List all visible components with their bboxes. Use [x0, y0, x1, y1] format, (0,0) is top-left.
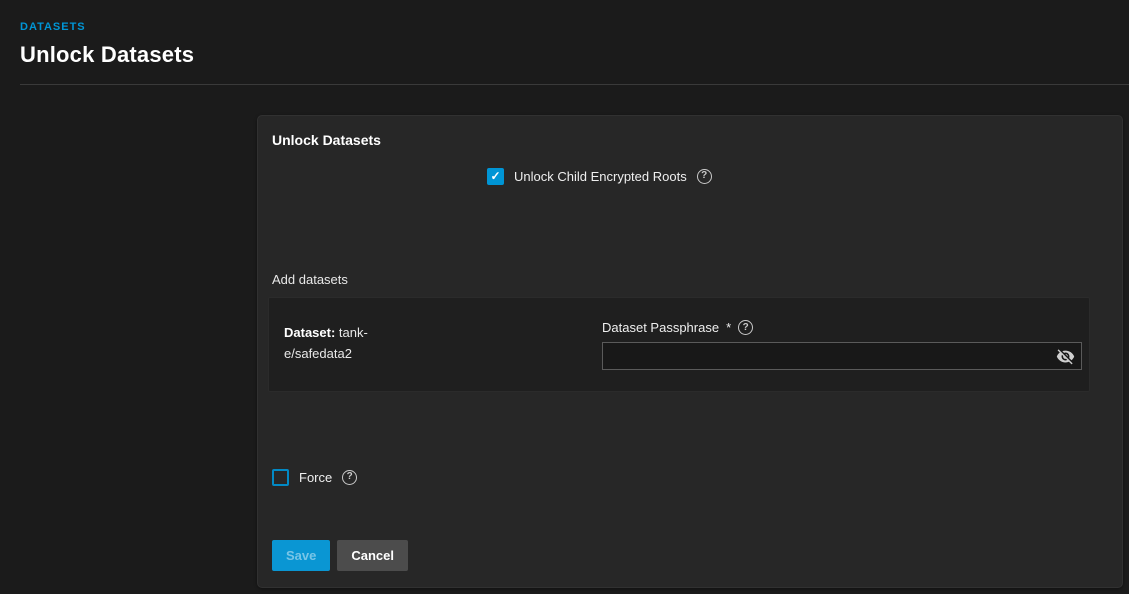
unlock-child-roots-label[interactable]: Unlock Child Encrypted Roots — [514, 169, 687, 184]
passphrase-field: Dataset Passphrase * ? — [602, 320, 1082, 370]
page-title: Unlock Datasets — [20, 42, 194, 68]
page: DATASETS Unlock Datasets Unlock Datasets… — [0, 0, 1129, 594]
unlock-child-roots-row: ✓ Unlock Child Encrypted Roots ? — [487, 167, 712, 185]
help-icon[interactable]: ? — [738, 320, 753, 335]
card-title: Unlock Datasets — [272, 132, 381, 148]
cancel-button[interactable]: Cancel — [337, 540, 408, 571]
force-row: Force ? — [272, 468, 357, 486]
passphrase-input-wrap — [602, 342, 1082, 370]
dataset-panel: Dataset: tank-e/safedata2 Dataset Passph… — [268, 297, 1090, 392]
add-datasets-label: Add datasets — [272, 272, 348, 287]
dataset-info: Dataset: tank-e/safedata2 — [284, 322, 394, 364]
help-icon[interactable]: ? — [342, 470, 357, 485]
unlock-child-roots-checkbox[interactable]: ✓ — [487, 168, 504, 185]
save-button[interactable]: Save — [272, 540, 330, 571]
header-divider — [20, 84, 1129, 85]
button-row: Save Cancel — [272, 540, 408, 571]
help-icon[interactable]: ? — [697, 169, 712, 184]
unlock-datasets-card: Unlock Datasets ✓ Unlock Child Encrypted… — [257, 115, 1123, 588]
passphrase-label-row: Dataset Passphrase * ? — [602, 320, 1082, 335]
force-checkbox[interactable] — [272, 469, 289, 486]
visibility-off-icon[interactable] — [1055, 346, 1075, 366]
dataset-name-label: Dataset: — [284, 325, 335, 340]
breadcrumb[interactable]: DATASETS — [20, 21, 86, 33]
required-marker: * — [726, 320, 731, 335]
passphrase-input[interactable] — [602, 342, 1082, 370]
passphrase-label: Dataset Passphrase — [602, 320, 719, 335]
force-label[interactable]: Force — [299, 470, 332, 485]
checkmark-icon: ✓ — [490, 170, 500, 182]
